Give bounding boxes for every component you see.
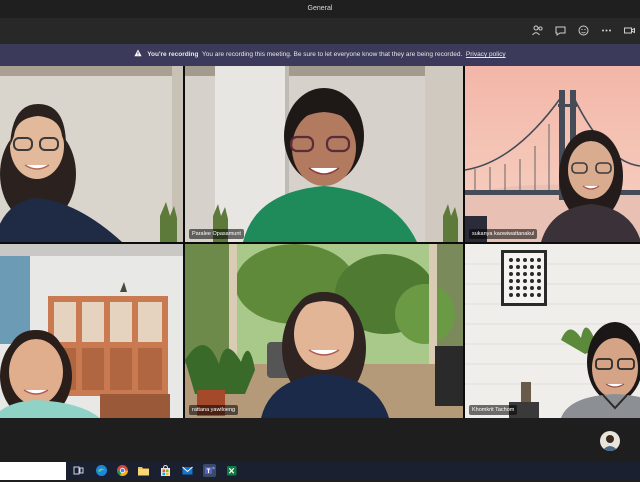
participants-icon[interactable] [531, 24, 544, 37]
file-explorer-icon[interactable] [137, 464, 150, 477]
participant-video [0, 66, 183, 242]
meeting-bottom-bar [0, 418, 640, 462]
video-tile-5[interactable]: rattana yawiloeng [185, 244, 463, 418]
video-tile-6[interactable]: Khomkrit Tachom [465, 244, 640, 418]
participant-video [185, 66, 463, 242]
taskbar-search-box[interactable] [0, 462, 66, 480]
participant-video [465, 244, 640, 418]
recording-message: You are recording this meeting. Be sure … [201, 51, 463, 58]
reactions-icon[interactable] [577, 24, 590, 37]
participant-name: Khomkrit Tachom [469, 405, 518, 415]
chrome-browser-icon[interactable] [116, 464, 129, 477]
chat-icon[interactable] [554, 24, 567, 37]
video-tile-1[interactable] [0, 66, 183, 242]
self-view-avatar[interactable] [600, 431, 620, 451]
video-tile-2[interactable]: Paralee Opasamunt [185, 66, 463, 242]
mail-icon[interactable] [181, 464, 194, 477]
store-icon[interactable] [159, 464, 172, 477]
participant-video [465, 66, 640, 242]
participant-video [185, 244, 463, 418]
camera-icon[interactable] [623, 24, 636, 37]
recording-heading: You're recording [147, 51, 199, 58]
task-view-icon[interactable] [72, 464, 85, 477]
privacy-policy-link[interactable]: Privacy policy [466, 51, 506, 58]
video-tile-4[interactable] [0, 244, 183, 418]
meeting-toolbar [0, 18, 640, 44]
edge-browser-icon[interactable] [95, 464, 108, 477]
participant-name: sukanya kaowiwattanakul [469, 229, 538, 239]
video-grid: Paralee Opasamunt sukanya kaowiwattanaku… [0, 66, 640, 418]
recording-banner: You're recording You are recording this … [0, 44, 640, 66]
participant-video [0, 244, 183, 418]
window-title: General [0, 0, 640, 18]
warning-icon [134, 49, 142, 57]
more-icon[interactable] [600, 24, 613, 37]
excel-icon[interactable] [225, 464, 238, 477]
video-tile-3[interactable]: sukanya kaowiwattanakul [465, 66, 640, 242]
participant-name: Paralee Opasamunt [189, 229, 244, 239]
participant-name: rattana yawiloeng [189, 405, 239, 415]
teams-icon[interactable] [203, 464, 216, 477]
